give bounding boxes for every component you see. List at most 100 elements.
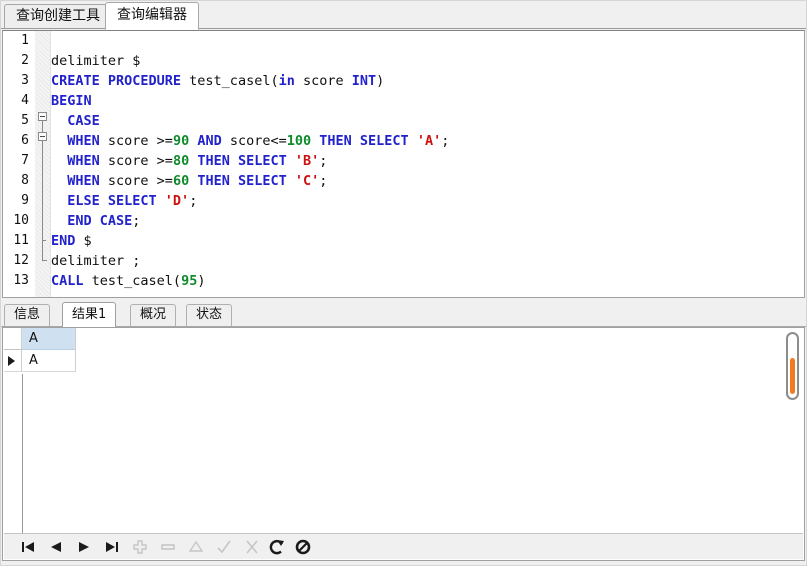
line-number: 12 [13, 253, 29, 268]
grid-cell[interactable]: A [22, 350, 76, 372]
code-token: ; [319, 173, 328, 189]
code-token: END CASE [51, 213, 133, 229]
code-token: 60 [172, 173, 190, 189]
code-token: ; [189, 193, 198, 209]
code-line[interactable]: 13 CALL test_casel(95) [3, 271, 804, 291]
top-tab-strip: 查询创建工具 查询编辑器 [0, 0, 807, 30]
query-editor-window: 查询创建工具 查询编辑器 1 2 delimiter $3 CREATE PROCED… [0, 0, 807, 566]
tab-result-1[interactable]: 结果1 [62, 302, 117, 327]
code-token: 'A' [416, 133, 442, 149]
tab-result-1-label: 结果1 [72, 307, 107, 322]
refresh-button[interactable] [267, 537, 287, 557]
cross-x-icon [246, 540, 258, 554]
code-line[interactable]: 8 WHEN score >=60 THEN SELECT 'C'; [3, 171, 804, 191]
code-token: BEGIN [51, 93, 92, 109]
tab-profile-label: 概况 [140, 307, 167, 322]
code-token: score >= [99, 133, 173, 149]
line-number: 3 [21, 73, 29, 88]
code-token: ; [441, 133, 450, 149]
code-line-text: WHEN score >=60 THEN SELECT 'C'; [51, 171, 327, 191]
code-line-text: delimiter ; [51, 251, 140, 271]
code-token: CREATE PROCEDURE [51, 73, 190, 89]
code-line-text: CREATE PROCEDURE test_casel(in score INT… [51, 71, 384, 91]
code-token: 'D' [164, 193, 190, 209]
tab-query-editor[interactable]: 查询编辑器 [105, 2, 199, 30]
code-line[interactable]: 3 CREATE PROCEDURE test_casel(in score IN… [3, 71, 804, 91]
insert-record-button[interactable] [130, 537, 150, 557]
code-token: WHEN [51, 173, 100, 189]
next-record-button[interactable] [74, 537, 94, 557]
row-indicator-cell[interactable] [4, 350, 22, 372]
code-line-list: 1 2 delimiter $3 CREATE PROCEDURE test_case… [3, 31, 804, 291]
code-token: ; [132, 213, 141, 229]
code-token: 90 [172, 133, 190, 149]
code-line-text: delimiter $ [51, 51, 140, 71]
code-token: THEN SELECT [311, 133, 417, 149]
code-line-text: ELSE SELECT 'D'; [51, 191, 197, 211]
code-token: ) [197, 273, 206, 289]
last-record-icon [106, 542, 118, 552]
tab-info-label: 信息 [14, 307, 41, 322]
triangle-up-icon [188, 540, 204, 552]
delete-record-button[interactable] [158, 537, 178, 557]
code-line[interactable]: 4 BEGIN [3, 91, 804, 111]
line-number: 9 [21, 193, 29, 208]
first-record-button[interactable] [18, 537, 38, 557]
code-token: END [51, 233, 76, 249]
code-line[interactable]: 2 delimiter $ [3, 51, 804, 71]
code-token: test_casel( [189, 73, 279, 89]
sql-code-editor[interactable]: 1 2 delimiter $3 CREATE PROCEDURE test_case… [2, 30, 805, 298]
code-line[interactable]: 10 END CASE; [3, 211, 804, 231]
last-record-button[interactable] [102, 537, 122, 557]
plus-icon [133, 540, 147, 554]
code-line[interactable]: 5 CASE [3, 111, 804, 131]
code-line-text: END $ [51, 231, 92, 251]
code-line[interactable]: 6 WHEN score >=90 AND score<=100 THEN SE… [3, 131, 804, 151]
grid-column-header[interactable]: A [22, 328, 76, 350]
grid-header-row: A [3, 328, 804, 350]
code-line-text: CASE [51, 111, 100, 131]
code-line[interactable]: 7 WHEN score >=80 THEN SELECT 'B'; [3, 151, 804, 171]
code-token: 95 [181, 273, 198, 289]
apply-changes-button[interactable] [214, 537, 234, 557]
code-token: WHEN [51, 133, 100, 149]
code-token: 'C' [294, 173, 320, 189]
line-number: 13 [13, 273, 29, 288]
scrollbar-thumb[interactable] [790, 358, 795, 394]
code-token: delimiter [51, 53, 133, 69]
code-token: INT [351, 73, 377, 89]
line-number: 1 [21, 33, 29, 48]
result-vertical-scrollbar[interactable] [786, 332, 799, 400]
code-line[interactable]: 11 END $ [3, 231, 804, 251]
code-line[interactable]: 1 [3, 31, 804, 51]
code-token: WHEN [51, 153, 100, 169]
tab-profile[interactable]: 概况 [130, 304, 177, 327]
prev-record-button[interactable] [46, 537, 66, 557]
table-row[interactable]: A [3, 350, 804, 372]
minus-icon [161, 544, 175, 550]
stop-button[interactable] [293, 537, 313, 557]
line-number: 5 [21, 113, 29, 128]
code-token: in [278, 73, 295, 89]
discard-changes-button[interactable] [242, 537, 262, 557]
line-number: 4 [21, 93, 29, 108]
code-line-text: WHEN score >=80 THEN SELECT 'B'; [51, 151, 327, 171]
tab-info[interactable]: 信息 [4, 304, 51, 327]
tab-query-builder[interactable]: 查询创建工具 [4, 4, 112, 29]
result-grid-panel[interactable]: A A [2, 327, 805, 561]
code-token: $ [132, 53, 141, 69]
code-line[interactable]: 9 ELSE SELECT 'D'; [3, 191, 804, 211]
code-token: score >= [99, 153, 173, 169]
first-record-icon [22, 542, 34, 552]
code-token: score [294, 73, 352, 89]
code-line[interactable]: 12 delimiter ; [3, 251, 804, 271]
tab-query-editor-label: 查询编辑器 [117, 7, 187, 23]
code-token: CALL [51, 273, 84, 289]
result-grid[interactable]: A A [3, 328, 804, 528]
edit-record-button[interactable] [186, 537, 206, 557]
grid-corner-cell [4, 328, 22, 350]
tab-status[interactable]: 状态 [186, 304, 233, 327]
code-token: ELSE SELECT [51, 193, 165, 209]
record-navigation-toolbar [4, 533, 803, 559]
code-token: test_casel( [83, 273, 182, 289]
